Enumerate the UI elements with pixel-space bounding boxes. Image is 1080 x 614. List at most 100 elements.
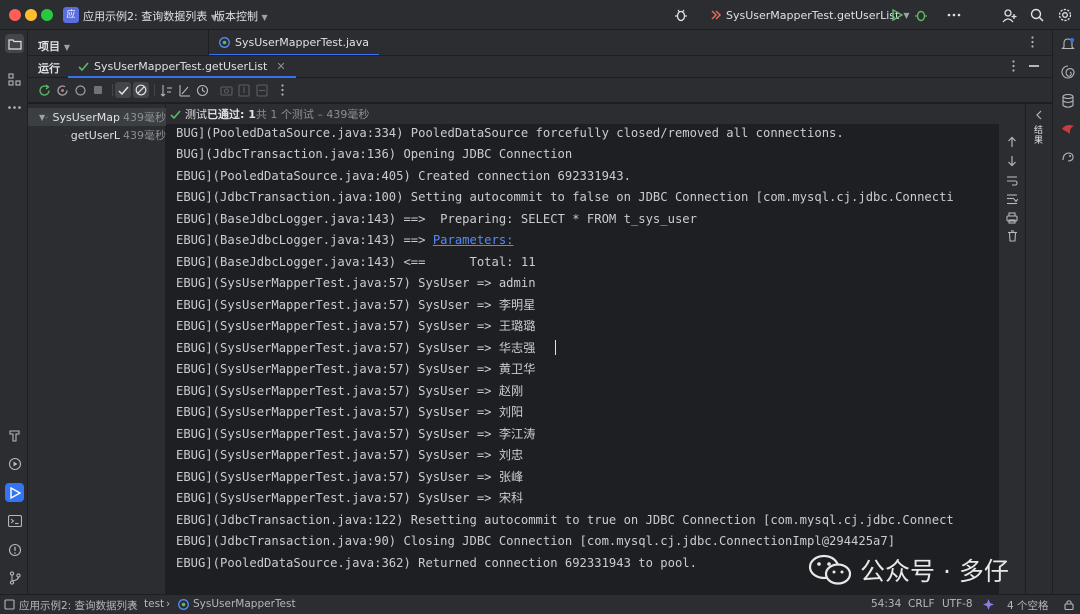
chevron-down-icon: ▼ (63, 43, 70, 52)
gradle-icon[interactable] (1059, 148, 1076, 165)
tree-node-child[interactable]: getUserL 439毫秒 (28, 126, 166, 144)
more-tools-icon[interactable] (5, 98, 24, 117)
test-status-line: 测试 已通过: 1 共 1 个测试 – 439毫秒 (166, 104, 1052, 124)
minimize-panel-icon[interactable] (1029, 65, 1039, 67)
breadcrumb-project[interactable]: 应用示例2: 查询数据列表 (19, 598, 138, 613)
close-tab-icon[interactable]: ✕ (276, 60, 285, 73)
scroll-down-arrow-icon[interactable] (1004, 153, 1020, 169)
run-config-selector[interactable]: SysUserMapperTest.getUserList ▼ (710, 7, 909, 23)
breadcrumb-test[interactable]: test (144, 598, 164, 610)
console-line: EBUG](JdbcTransaction.java:100) Setting … (176, 190, 954, 204)
trash-clear-icon[interactable] (1004, 228, 1020, 244)
run-icon[interactable] (889, 7, 905, 23)
editor-more-icon[interactable] (1031, 36, 1034, 48)
project-badge[interactable]: 应 (63, 7, 79, 23)
console-side-toolbar (999, 124, 1025, 594)
console-line: EBUG](JdbcTransaction.java:90) Closing J… (176, 534, 896, 548)
breadcrumb-class[interactable]: SysUserMapperTest (193, 598, 296, 610)
breadcrumb-separator: › (132, 598, 137, 610)
tree-node-time: 439毫秒 (123, 111, 166, 124)
add-user-icon[interactable] (1001, 7, 1017, 23)
search-icon[interactable] (1029, 7, 1045, 23)
line-ending[interactable]: CRLF (908, 598, 935, 610)
project-selector[interactable]: 应用示例2: 查询数据列表 ▼ (83, 8, 217, 24)
console-line: EBUG](PooledDataSource.java:362) Returne… (176, 556, 697, 570)
minimize-window-button[interactable] (25, 9, 37, 21)
export-tests-icon[interactable] (254, 82, 270, 98)
screenshot-camera-icon[interactable] (218, 82, 234, 98)
project-panel-title: 项目 (38, 40, 60, 53)
rerun-icon[interactable] (36, 82, 52, 98)
chevron-down-icon: ▼ (261, 13, 268, 22)
test-results-tree: ▼ SysUserMap 439毫秒 getUserL 439毫秒 (28, 104, 166, 594)
console-line: EBUG](SysUserMapperTest.java:57) SysUser… (176, 470, 524, 484)
tree-node-root[interactable]: ▼ SysUserMap 439毫秒 (28, 108, 166, 126)
toggle-auto-test-icon[interactable] (72, 82, 88, 98)
scroll-up-arrow-icon[interactable] (1004, 134, 1020, 150)
vcs-menu-label: 版本控制 (214, 10, 258, 23)
ai-spark-icon[interactable] (982, 598, 995, 611)
ai-assistant-icon[interactable] (1059, 63, 1076, 80)
lock-icon[interactable] (1064, 599, 1074, 610)
console-line: EBUG](SysUserMapperTest.java:57) SysUser… (176, 427, 536, 441)
console-line: EBUG](SysUserMapperTest.java:57) SysUser… (176, 319, 536, 333)
console-line: EBUG](BaseJdbcLogger.java:143) <== Total… (176, 255, 536, 269)
watermark-text: 公众号 · 多仔 (860, 557, 1009, 586)
scroll-to-end-icon[interactable] (1004, 191, 1020, 207)
chevron-left-icon[interactable] (1035, 110, 1043, 120)
test-passed-check-icon (45, 115, 49, 119)
import-tests-icon[interactable] (236, 82, 252, 98)
cursor-position[interactable]: 54:34 (871, 598, 901, 610)
parameters-link[interactable]: Parameters: (433, 233, 514, 247)
project-panel-title-button[interactable]: 项目 ▼ (38, 38, 70, 54)
terminal-icon[interactable] (5, 511, 24, 530)
database-icon[interactable] (1059, 92, 1076, 109)
problems-icon[interactable] (5, 540, 24, 559)
console-output[interactable]: BUG](PooledDataSource.java:334) PooledDa… (166, 124, 999, 594)
indent-setting[interactable]: 4 个空格 (1007, 598, 1049, 613)
sort-by-duration-icon[interactable] (176, 82, 192, 98)
results-vertical-label[interactable]: 结果 (1034, 126, 1045, 146)
soft-wrap-icon[interactable] (1004, 172, 1020, 188)
maximize-window-button[interactable] (41, 9, 53, 21)
left-tool-strip (0, 30, 28, 594)
sort-alphabetically-icon[interactable] (158, 82, 174, 98)
close-window-button[interactable] (9, 9, 21, 21)
test-status-prefix: 测试 (185, 108, 207, 121)
stop-icon[interactable] (90, 82, 106, 98)
more-actions-icon[interactable] (946, 7, 962, 23)
run-tool-icon[interactable] (5, 483, 24, 502)
run-window-more-icon[interactable] (1012, 60, 1015, 72)
project-folder-icon[interactable] (5, 34, 24, 53)
test-status-summary: 共 1 个测试 – 439毫秒 (255, 108, 370, 121)
print-icon[interactable] (1004, 210, 1020, 226)
debug-icon[interactable] (913, 7, 929, 23)
console-line: EBUG](SysUserMapperTest.java:57) SysUser… (176, 491, 524, 505)
git-branch-icon[interactable] (5, 568, 24, 587)
breadcrumb-separator: › (166, 598, 171, 610)
build-hammer-icon[interactable] (5, 426, 24, 445)
console-line: EBUG](SysUserMapperTest.java:57) SysUser… (176, 405, 524, 419)
java-class-icon (178, 599, 189, 610)
status-bar: 应用示例2: 查询数据列表 › test › SysUserMapperTest… (0, 594, 1080, 614)
run-tab-getuserlist[interactable]: SysUserMapperTest.getUserList ✕ (68, 56, 296, 78)
run-tab-label: SysUserMapperTest.getUserList (94, 59, 268, 73)
services-icon[interactable] (5, 454, 24, 473)
editor-tab-sysusermappertest[interactable]: SysUserMapperTest.java (209, 30, 379, 56)
vcs-menu[interactable]: 版本控制 ▼ (214, 8, 268, 24)
test-history-icon[interactable] (194, 82, 210, 98)
debug-bug-icon[interactable] (673, 7, 689, 23)
maven-bird-icon[interactable] (1059, 120, 1076, 137)
settings-gear-icon[interactable] (1057, 7, 1073, 23)
run-toolbar (28, 78, 1052, 102)
structure-icon[interactable] (5, 70, 24, 89)
toolbar-more-icon[interactable] (274, 82, 290, 98)
console-line: EBUG](BaseJdbcLogger.java:143) ==> Prepa… (176, 212, 697, 226)
show-passed-icon[interactable] (115, 82, 131, 98)
file-encoding[interactable]: UTF-8 (942, 598, 973, 610)
toolbar-divider (154, 84, 155, 96)
rerun-failed-icon[interactable] (54, 82, 70, 98)
notifications-bell-icon[interactable] (1059, 35, 1076, 52)
show-ignored-icon[interactable] (133, 82, 149, 98)
console-line: BUG](PooledDataSource.java:334) PooledDa… (176, 126, 844, 140)
